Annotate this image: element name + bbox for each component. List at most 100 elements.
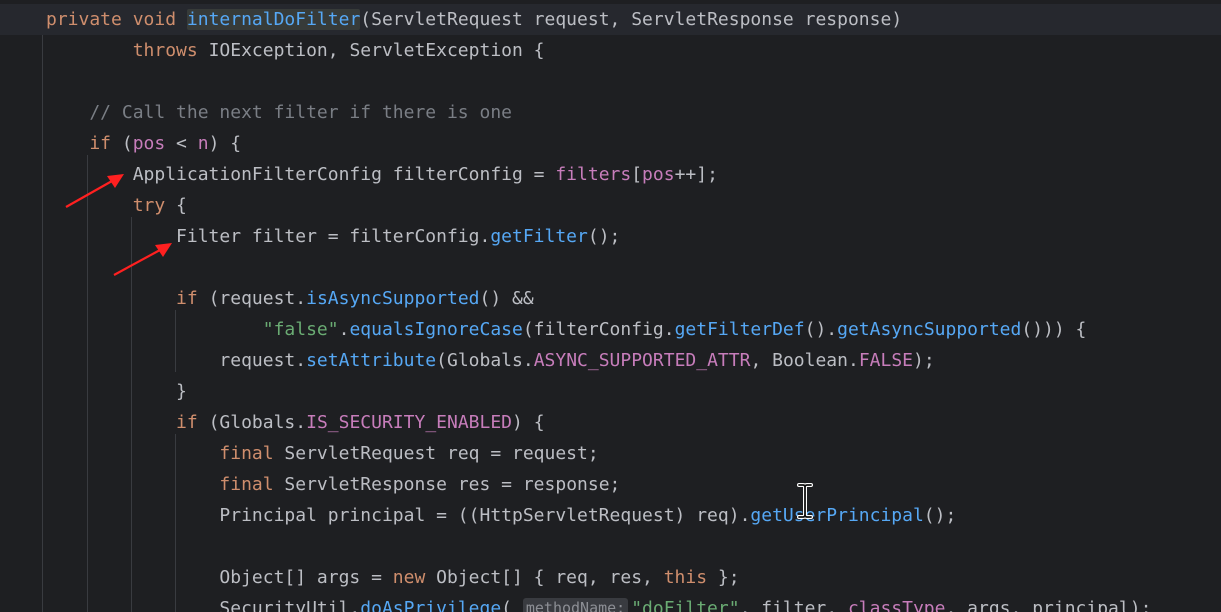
code-token: n <box>197 133 209 154</box>
code-token: . <box>295 350 307 371</box>
code-token: "false" <box>262 319 339 340</box>
code-line[interactable]: // Call the next filter if there is one <box>0 97 1221 128</box>
code-token: getFilter <box>490 226 588 247</box>
code-line[interactable]: private void internalDoFilter(ServletReq… <box>0 4 1221 35</box>
code-line-text: request.setAttribute(Globals.ASYNC_SUPPO… <box>46 345 935 376</box>
code-token: ) { <box>512 412 545 433</box>
code-editor[interactable]: private void internalDoFilter(ServletReq… <box>0 0 1221 612</box>
code-token: getUserPrincipal <box>750 505 924 526</box>
code-line[interactable]: if (pos < n) { <box>0 128 1221 159</box>
code-line[interactable] <box>0 66 1221 97</box>
code-token: (filterConfig. <box>522 319 675 340</box>
code-token: IS_SECURITY_ENABLED <box>306 412 513 433</box>
code-token: getAsyncSupported <box>837 319 1022 340</box>
code-token: throws <box>46 40 209 61</box>
code-token: pos <box>132 133 166 154</box>
code-line[interactable]: ApplicationFilterConfig filterConfig = f… <box>0 159 1221 190</box>
code-token: { <box>176 195 187 216</box>
code-token: ServletRequest req = <box>284 443 512 464</box>
code-line-text: Principal principal = ((HttpServletReque… <box>46 500 956 531</box>
code-line[interactable]: Principal principal = ((HttpServletReque… <box>0 500 1221 531</box>
code-token: if <box>46 412 209 433</box>
code-token: ServletResponse res = <box>284 474 523 495</box>
code-token: Object[] args = <box>46 567 393 588</box>
code-token: IOException, ServletException { <box>208 40 545 61</box>
code-line[interactable]: try { <box>0 190 1221 221</box>
code-line-text: } <box>46 376 187 407</box>
code-line[interactable]: "false".equalsIgnoreCase(filterConfig.ge… <box>0 314 1221 345</box>
code-token: classType <box>847 598 946 612</box>
code-line[interactable]: SecurityUtil.doAsPrivilege( methodName: "… <box>0 593 1221 612</box>
code-line[interactable]: if (Globals.IS_SECURITY_ENABLED) { <box>0 407 1221 438</box>
code-token: "doFilter" <box>631 598 740 612</box>
code-token: ++]; <box>674 164 718 185</box>
code-token: (); <box>923 505 957 526</box>
code-line[interactable]: request.setAttribute(Globals.ASYNC_SUPPO… <box>0 345 1221 376</box>
code-token: [ <box>631 164 643 185</box>
annotation-arrow-2 <box>113 243 172 276</box>
code-token: request <box>512 443 588 464</box>
text-cursor-icon <box>797 483 813 519</box>
code-line[interactable]: final ServletRequest req = request; <box>0 438 1221 469</box>
code-token: , args, principal); <box>945 598 1152 612</box>
arrow-shaft <box>113 249 161 276</box>
code-token: , filter, <box>739 598 848 612</box>
code-token: () && <box>479 288 534 309</box>
code-token: ); <box>913 350 935 371</box>
code-line[interactable]: Object[] args = new Object[] { req, res,… <box>0 562 1221 593</box>
code-token: doAsPrivilege <box>360 598 502 612</box>
code-token: ( <box>208 288 220 309</box>
code-line-text: // Call the next filter if there is one <box>46 97 512 128</box>
annotation-arrow-1 <box>65 174 124 208</box>
code-line-text: if (pos < n) { <box>46 128 241 159</box>
code-token: (). <box>804 319 838 340</box>
code-token: Principal principal = ((HttpServletReque… <box>46 505 751 526</box>
code-token: ( <box>121 133 133 154</box>
code-line-text: "false".equalsIgnoreCase(filterConfig.ge… <box>46 314 1087 345</box>
code-token: (); <box>587 226 621 247</box>
code-token: ) <box>891 9 903 30</box>
code-token: } <box>46 381 187 402</box>
code-line-text: Object[] args = new Object[] { req, res,… <box>46 562 739 593</box>
code-line-text: final ServletRequest req = request; <box>46 438 599 469</box>
code-token: ; <box>609 474 621 495</box>
code-token: // Call the next filter if there is one <box>46 102 512 123</box>
code-line-text: final ServletResponse res = response; <box>46 469 620 500</box>
code-token: ( <box>501 598 523 612</box>
code-token: equalsIgnoreCase <box>349 319 523 340</box>
code-line[interactable]: } <box>0 376 1221 407</box>
code-token: , ServletResponse <box>609 9 805 30</box>
code-line-text: throws IOException, ServletException { <box>46 35 545 66</box>
code-line[interactable]: Filter filter = filterConfig.getFilter()… <box>0 221 1221 252</box>
code-token: request <box>533 9 610 30</box>
code-line-text: if (request.isAsyncSupported() && <box>46 283 534 314</box>
code-token: (Globals. <box>436 350 534 371</box>
code-token: if <box>46 133 122 154</box>
code-token: final <box>46 443 285 464</box>
code-token: . <box>295 288 307 309</box>
code-line[interactable]: final ServletResponse res = response; <box>0 469 1221 500</box>
code-token: FALSE <box>858 350 913 371</box>
arrow-shaft <box>65 180 113 208</box>
code-token: request <box>219 350 296 371</box>
code-line[interactable] <box>0 531 1221 562</box>
code-token: request <box>219 288 296 309</box>
code-token: ())) { <box>1021 319 1087 340</box>
code-token: Object[] { req, res, <box>436 567 664 588</box>
code-token: isAsyncSupported <box>306 288 480 309</box>
code-token: < <box>165 133 198 154</box>
code-line[interactable]: throws IOException, ServletException { <box>0 35 1221 66</box>
parameter-hint: methodName: <box>522 598 629 612</box>
code-line[interactable]: if (request.isAsyncSupported() && <box>0 283 1221 314</box>
code-token: SecurityUtil. <box>46 598 361 612</box>
code-token: if <box>46 288 209 309</box>
code-token: response <box>804 9 892 30</box>
code-token: , Boolean. <box>750 350 859 371</box>
code-line[interactable] <box>0 252 1221 283</box>
code-token: getFilterDef <box>674 319 805 340</box>
code-line-text: private void internalDoFilter(ServletReq… <box>46 4 902 35</box>
code-token: private void <box>46 9 187 30</box>
code-token: ; <box>587 443 599 464</box>
